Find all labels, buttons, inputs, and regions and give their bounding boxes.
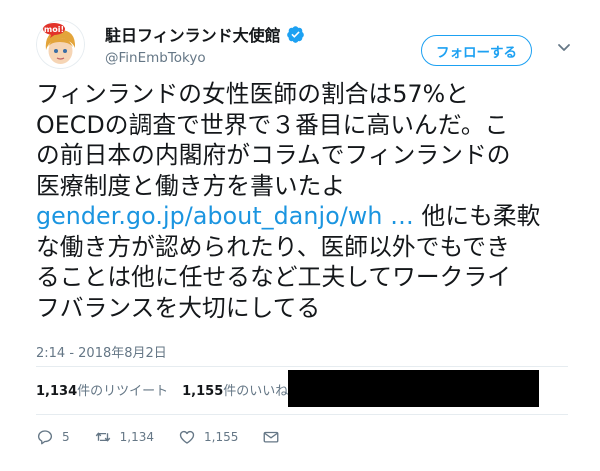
retweet-icon: [95, 432, 110, 442]
tweet-line: ることは他に任せるなど工夫してワークライ: [36, 263, 512, 291]
avatar-badge-text: moi!: [44, 25, 64, 34]
account-handle[interactable]: @FinEmbTokyo: [105, 50, 206, 66]
tweet-line: フバランスを大切にしてる: [36, 293, 321, 322]
avatar[interactable]: moi!: [36, 20, 85, 69]
like-stat[interactable]: 1,155件のいいね: [182, 380, 288, 399]
retweet-button[interactable]: 1,134: [94, 428, 154, 446]
tweet-text: フィンランドの女性医師の割合は57%と OECDの調査で世界で３番目に高いんだ。…: [36, 79, 566, 323]
retweet-stat-count: 1,134: [36, 383, 78, 399]
verified-badge-icon: [286, 25, 305, 44]
direct-message-button[interactable]: [262, 428, 288, 446]
tweet-line: な働き方が認められたり、医師以外でもでき: [36, 232, 510, 261]
reply-button[interactable]: 5: [36, 428, 70, 446]
follow-button[interactable]: フォローする: [421, 35, 532, 66]
retweet-count: 1,134: [119, 430, 154, 444]
tweet-timestamp[interactable]: 2:14 - 2018年8月2日: [36, 342, 167, 361]
retweet-stat-label: 件のリツイート: [77, 383, 169, 399]
reply-count: 5: [62, 430, 70, 444]
account-name-row: 駐日フィンランド大使館: [105, 22, 305, 46]
tweet-line: の前日本の内閣府がコラムでフィンランドの: [36, 141, 511, 169]
like-stat-label: 件のいいね: [223, 383, 289, 399]
mail-icon: [263, 431, 279, 443]
tweet-stats: 1,134件のリツイート 1,155件のいいね: [36, 374, 302, 404]
tweet-line-with-link: gender.go.jp/about_danjo/wh … 他にも柔軟: [36, 201, 566, 232]
tweet-actions: 5 1,134 1,155: [36, 426, 288, 448]
redaction-bar: [288, 370, 539, 407]
tweet-link[interactable]: gender.go.jp/about_danjo/wh …: [36, 202, 414, 230]
retweet-stat[interactable]: 1,134件のリツイート: [36, 380, 168, 399]
divider: [36, 366, 568, 367]
tweet-line: フィンランドの女性医師の割合は57%と: [36, 80, 470, 108]
tweet-link-tail: 他にも柔軟: [413, 202, 541, 230]
chevron-down-icon[interactable]: [556, 39, 572, 55]
divider: [36, 414, 568, 415]
heart-icon: [179, 430, 195, 444]
like-stat-count: 1,155: [182, 383, 224, 399]
display-name[interactable]: 駐日フィンランド大使館: [105, 22, 281, 46]
tweet-line: OECDの調査で世界で３番目に高いんだ。こ: [36, 110, 509, 139]
like-button[interactable]: 1,155: [178, 428, 238, 446]
tweet-line: 医療制度と働き方を書いたよ: [36, 171, 346, 200]
avatar-image: moi!: [36, 20, 85, 69]
like-count: 1,155: [204, 430, 239, 444]
reply-icon: [37, 430, 53, 445]
